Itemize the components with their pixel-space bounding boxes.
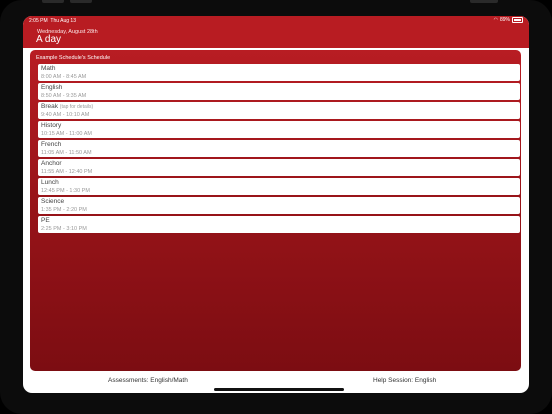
schedule-item-french[interactable]: French 11:05 AM - 11:50 AM (38, 140, 520, 157)
help-session-label: Help Session: English (373, 377, 437, 384)
schedule-item-math[interactable]: Math 8:00 AM - 8:45 AM (38, 64, 520, 81)
schedule-item-time: 1:35 PM - 2:20 PM (41, 206, 87, 213)
schedule-item-time: 2:25 PM - 3:10 PM (41, 225, 87, 232)
volume-button (70, 0, 92, 3)
schedule-item-time: 11:55 AM - 12:40 PM (41, 168, 93, 175)
app-screen: 2:05 PM Thu Aug 13 ◠ 89% Wednesday, Augu… (23, 16, 529, 393)
battery-icon (512, 17, 523, 23)
schedule-item-history[interactable]: History 10:15 AM - 11:00 AM (38, 121, 520, 138)
volume-button (42, 0, 64, 3)
schedule-item-note: (tap for details) (59, 104, 94, 110)
schedule-item-name: Break (41, 103, 58, 110)
schedule-item-name: PE (41, 217, 50, 224)
schedule-item-anchor[interactable]: Anchor 11:55 AM - 12:40 PM (38, 159, 520, 176)
schedule-item-name: Math (41, 65, 56, 72)
device-frame: 2:05 PM Thu Aug 13 ◠ 89% Wednesday, Augu… (0, 0, 552, 414)
home-indicator[interactable] (214, 388, 344, 391)
schedule-title: Example Schedule's Schedule (36, 55, 111, 61)
schedule-item-lunch[interactable]: Lunch 12:45 PM - 1:30 PM (38, 178, 520, 195)
schedule-item-name: Science (41, 198, 65, 205)
schedule-item-name: Anchor (41, 160, 62, 167)
schedule-item-time: 8:50 AM - 9:35 AM (41, 92, 87, 99)
app-header: 2:05 PM Thu Aug 13 ◠ 89% Wednesday, Augu… (23, 16, 529, 48)
battery-percent: 89% (499, 17, 510, 23)
schedule-item-name: History (41, 122, 62, 129)
status-bar-right: ◠ 89% (494, 17, 523, 23)
schedule-item-time: 11:05 AM - 11:50 AM (41, 149, 92, 156)
page-title: A day (36, 34, 62, 45)
status-bar-time: 2:05 PM Thu Aug 13 (29, 18, 76, 24)
power-button (470, 0, 498, 3)
schedule-item-name: French (41, 141, 62, 148)
schedule-item-time: 10:15 AM - 11:00 AM (41, 130, 92, 137)
schedule-item-time: 12:45 PM - 1:30 PM (41, 187, 90, 194)
assessments-label: Assessments: English/Math (108, 377, 188, 384)
schedule-item-science[interactable]: Science 1:35 PM - 2:20 PM (38, 197, 520, 214)
schedule-item-pe[interactable]: PE 2:25 PM - 3:10 PM (38, 216, 520, 233)
schedule-item-english[interactable]: English 8:50 AM - 9:35 AM (38, 83, 520, 100)
schedule-item-name: Lunch (41, 179, 59, 186)
schedule-item-break[interactable]: Break (tap for details) 9:40 AM - 10:10 … (38, 102, 520, 119)
schedule-item-name-row: Break (tap for details) (41, 103, 93, 110)
schedule-item-name: English (41, 84, 63, 91)
schedule-item-time: 9:40 AM - 10:10 AM (41, 111, 90, 118)
wifi-icon: ◠ (493, 16, 498, 23)
schedule-panel: Example Schedule's Schedule Math 8:00 AM… (30, 50, 521, 371)
schedule-item-time: 8:00 AM - 8:45 AM (41, 73, 87, 80)
